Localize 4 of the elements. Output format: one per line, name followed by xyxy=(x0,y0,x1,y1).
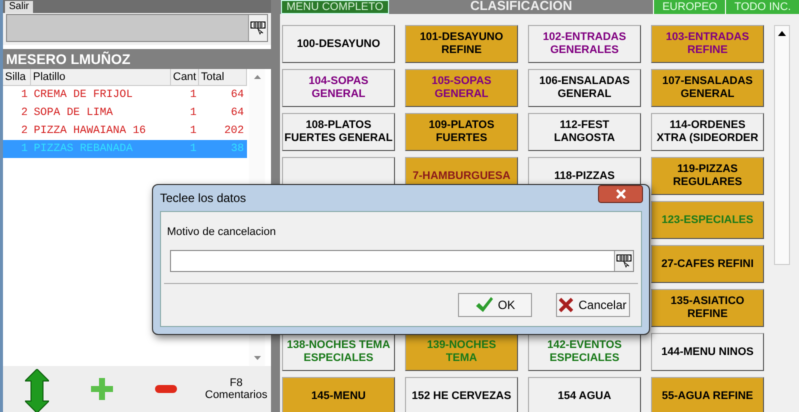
waiter-header: MESERO LMUÑOZ xyxy=(3,49,271,69)
panel-title: CLASIFICACION xyxy=(469,0,574,14)
dialog-title: Teclee los datos xyxy=(160,191,246,205)
field-label: Motivo de cancelacion xyxy=(167,226,277,238)
